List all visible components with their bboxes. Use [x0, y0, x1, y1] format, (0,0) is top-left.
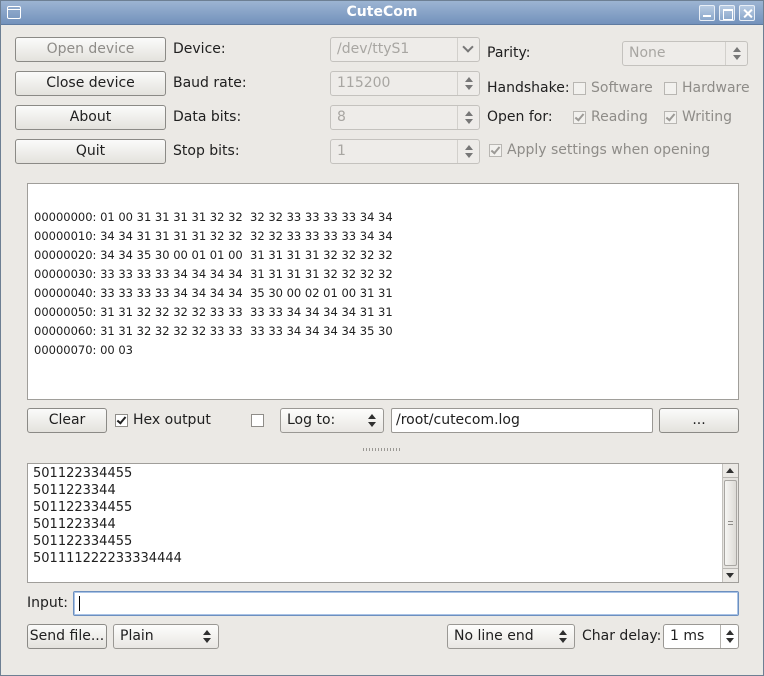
stop-bits-label: Stop bits:: [173, 143, 240, 159]
stop-bits-value: 1: [337, 143, 346, 159]
software-handshake-checkbox[interactable]: [573, 82, 586, 95]
baud-rate-spinner[interactable]: 115200: [330, 71, 480, 96]
spin-arrows-icon[interactable]: [720, 625, 738, 648]
spin-arrows-icon[interactable]: [725, 42, 747, 65]
history-item[interactable]: 501122334455: [33, 533, 738, 550]
send-file-button[interactable]: Send file...: [27, 624, 107, 649]
file-format-value: Plain: [120, 628, 154, 644]
reading-label: Reading: [591, 109, 648, 125]
output-line: 00000010: 34 34 31 31 31 31 32 32 32 32 …: [34, 229, 393, 243]
hex-output-checkbox[interactable]: [115, 414, 128, 427]
sent-history-list[interactable]: 501122334455 5011223344 501122334455 501…: [27, 463, 739, 583]
output-line: 00000020: 34 34 35 30 00 01 01 00 31 31 …: [34, 248, 393, 262]
output-line: 00000070: 00 03: [34, 343, 133, 357]
minimize-icon[interactable]: [699, 5, 715, 21]
baud-rate-label: Baud rate:: [173, 75, 247, 91]
output-line: 00000050: 31 31 32 32 32 32 33 33 33 33 …: [34, 305, 393, 319]
device-combo[interactable]: /dev/ttyS1: [330, 37, 480, 62]
char-delay-value: 1 ms: [670, 628, 705, 644]
apply-settings-label: Apply settings when opening: [507, 142, 711, 158]
hex-output-label: Hex output: [133, 412, 211, 428]
window-title: CuteCom: [346, 4, 418, 20]
splitter-handle[interactable]: [363, 448, 401, 451]
output-line: 00000030: 33 33 33 33 34 34 34 34 31 31 …: [34, 267, 393, 281]
log-to-value: Log to:: [287, 412, 336, 428]
spin-arrows-icon[interactable]: [361, 409, 383, 432]
quit-button[interactable]: Quit: [15, 139, 166, 164]
text-caret: [79, 596, 80, 611]
about-button[interactable]: About: [15, 105, 166, 130]
scroll-down-icon[interactable]: [723, 568, 738, 582]
cutecom-window: CuteCom Open device Close device About Q…: [0, 0, 764, 676]
history-scrollbar[interactable]: [722, 464, 738, 582]
maximize-icon[interactable]: [719, 5, 735, 21]
software-label: Software: [591, 80, 653, 96]
history-item[interactable]: 501122334455: [33, 499, 738, 516]
open-for-label: Open for:: [487, 109, 553, 125]
spin-arrows-icon[interactable]: [552, 625, 574, 648]
hardware-handshake-checkbox[interactable]: [664, 82, 677, 95]
handshake-label: Handshake:: [487, 80, 570, 96]
data-bits-label: Data bits:: [173, 109, 242, 125]
clear-button[interactable]: Clear: [27, 408, 107, 433]
history-item[interactable]: 5011223344: [33, 482, 738, 499]
input-label: Input:: [27, 595, 68, 611]
file-format-combo[interactable]: Plain: [113, 624, 219, 649]
char-delay-spinner[interactable]: 1 ms: [663, 624, 739, 649]
title-bar[interactable]: CuteCom: [1, 1, 763, 25]
browse-log-button[interactable]: ...: [659, 408, 739, 433]
line-end-value: No line end: [454, 628, 534, 644]
open-device-button[interactable]: Open device: [15, 37, 166, 62]
received-output[interactable]: 00000000: 01 00 31 31 31 31 32 32 32 32 …: [27, 183, 739, 400]
output-line: 00000040: 33 33 33 33 34 34 34 34 35 30 …: [34, 286, 393, 300]
history-item[interactable]: 501122334455: [33, 465, 738, 482]
stop-bits-spinner[interactable]: 1: [330, 139, 480, 164]
device-label: Device:: [173, 41, 226, 57]
command-input[interactable]: [73, 591, 739, 616]
dropdown-chevron-icon[interactable]: [457, 38, 479, 61]
writing-checkbox[interactable]: [664, 111, 677, 124]
data-bits-value: 8: [337, 109, 346, 125]
apply-settings-checkbox[interactable]: [489, 144, 502, 157]
hardware-label: Hardware: [682, 80, 750, 96]
close-icon[interactable]: [739, 5, 755, 21]
parity-label: Parity:: [487, 45, 531, 61]
spin-arrows-icon[interactable]: [457, 140, 479, 163]
parity-value: None: [629, 45, 666, 61]
device-value: /dev/ttyS1: [337, 41, 410, 57]
spin-arrows-icon[interactable]: [196, 625, 218, 648]
log-mode-combo[interactable]: Log to:: [280, 408, 384, 433]
log-path-input[interactable]: /root/cutecom.log: [391, 408, 653, 433]
scroll-thumb[interactable]: [724, 480, 737, 566]
log-to-checkbox[interactable]: [251, 414, 264, 427]
writing-label: Writing: [682, 109, 732, 125]
parity-spinner[interactable]: None: [622, 41, 748, 66]
close-device-button[interactable]: Close device: [15, 71, 166, 96]
char-delay-label: Char delay:: [582, 628, 662, 644]
data-bits-spinner[interactable]: 8: [330, 105, 480, 130]
spin-arrows-icon[interactable]: [457, 72, 479, 95]
baud-rate-value: 115200: [337, 75, 391, 91]
output-line: 00000060: 31 31 32 32 32 32 33 33 33 33 …: [34, 324, 393, 338]
history-item[interactable]: 501111222233334444: [33, 550, 738, 567]
spin-arrows-icon[interactable]: [457, 106, 479, 129]
line-end-combo[interactable]: No line end: [447, 624, 575, 649]
history-item[interactable]: 5011223344: [33, 516, 738, 533]
output-line: 00000000: 01 00 31 31 31 31 32 32 32 32 …: [34, 210, 393, 224]
reading-checkbox[interactable]: [573, 111, 586, 124]
scroll-up-icon[interactable]: [723, 464, 738, 478]
